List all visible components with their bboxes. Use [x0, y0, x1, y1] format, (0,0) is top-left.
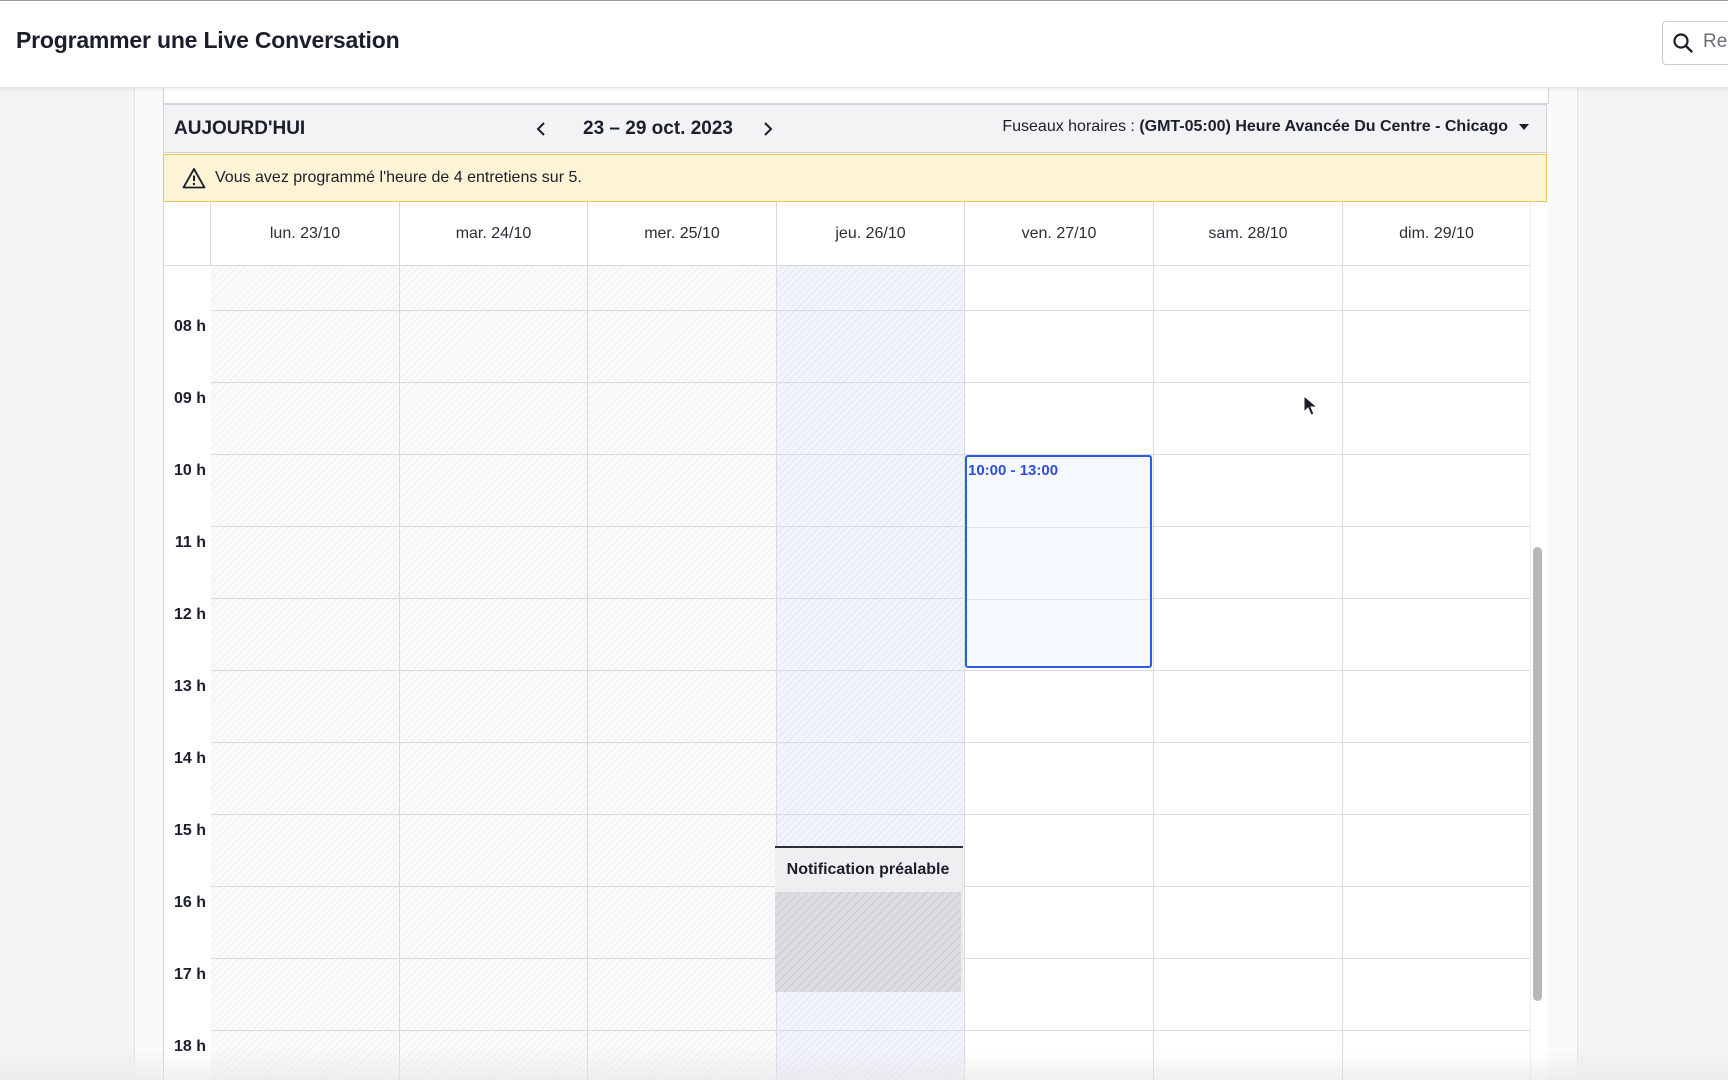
day-header: jeu. 26/10 [777, 202, 965, 266]
warning-triangle-icon [182, 168, 206, 189]
selected-time-slot[interactable]: 10:00 - 13:00 [965, 455, 1152, 668]
calendar-toolbar: AUJOURD'HUI 23 – 29 oct. 2023 Fuseaux ho… [163, 104, 1547, 153]
timezone-value: (GMT-05:00) Heure Avancée Du Centre - Ch… [1139, 118, 1508, 135]
hour-gridline [211, 814, 1531, 815]
hour-label: 14 h [173, 750, 206, 767]
hour-gridline [211, 310, 1531, 311]
week-calendar-grid: lun. 23/10 mar. 24/10 mer. 25/10 jeu. 26/10… [163, 202, 1531, 1080]
day-header: mer. 25/10 [588, 202, 777, 266]
selected-slot-time: 10:00 - 13:00 [968, 462, 1059, 479]
caret-down-icon[interactable] [1518, 123, 1530, 131]
slot-divider [967, 599, 1150, 600]
calendar-scrollbar-thumb[interactable] [1533, 547, 1542, 1001]
hour-gridline [211, 526, 1531, 527]
warning-text: Vous avez programmé l'heure de 4 entreti… [215, 169, 582, 186]
hour-gridline [211, 670, 1531, 671]
day-header: mar. 24/10 [400, 202, 588, 266]
timezone-label: Fuseaux horaires : [1002, 118, 1135, 135]
top-bar: Programmer une Live Conversation [0, 0, 1728, 88]
advance-notice-block: Notification préalable [775, 846, 963, 992]
hour-label: 11 h [174, 534, 206, 551]
day-header: dim. 29/10 [1343, 202, 1531, 266]
advance-notice-hatch [775, 892, 961, 992]
hour-label: 10 h [173, 462, 206, 479]
hour-label: 09 h [173, 390, 206, 407]
search-icon [1673, 33, 1693, 53]
hour-gridline [211, 1030, 1531, 1031]
previous-week-button[interactable] [528, 115, 554, 143]
slot-divider [967, 527, 1150, 528]
mouse-cursor-icon [1303, 395, 1319, 416]
search-field[interactable] [1662, 21, 1728, 65]
day-header: sam. 28/10 [1154, 202, 1343, 266]
warning-banner: Vous avez programmé l'heure de 4 entreti… [163, 154, 1547, 202]
today-button[interactable]: AUJOURD'HUI [174, 118, 305, 140]
page-title: Programmer une Live Conversation [16, 27, 400, 53]
hour-gridline [211, 598, 1531, 599]
chevron-right-icon [764, 122, 773, 136]
timezone-selector[interactable]: Fuseaux horaires : (GMT-05:00) Heure Ava… [1002, 118, 1508, 136]
day-header: ven. 27/10 [965, 202, 1154, 266]
hour-gridline [211, 454, 1531, 455]
day-header: lun. 23/10 [211, 202, 400, 266]
search-input[interactable] [1703, 22, 1728, 62]
hour-label: 08 h [173, 318, 206, 335]
panel-top-strip [163, 87, 1549, 104]
hour-label: 12 h [173, 606, 206, 623]
next-week-button[interactable] [755, 115, 781, 143]
hour-gridline [211, 742, 1531, 743]
hour-label: 17 h [173, 966, 206, 983]
hour-label: 18 h [173, 1038, 206, 1055]
hour-label: 13 h [173, 678, 206, 695]
date-range-label: 23 – 29 oct. 2023 [583, 118, 733, 139]
hour-label: 16 h [173, 894, 206, 911]
time-gutter-header [164, 202, 211, 266]
hour-label: 15 h [173, 822, 206, 839]
chevron-left-icon [536, 122, 545, 136]
advance-notice-label: Notification préalable [775, 848, 961, 892]
hour-gridline [211, 382, 1531, 383]
